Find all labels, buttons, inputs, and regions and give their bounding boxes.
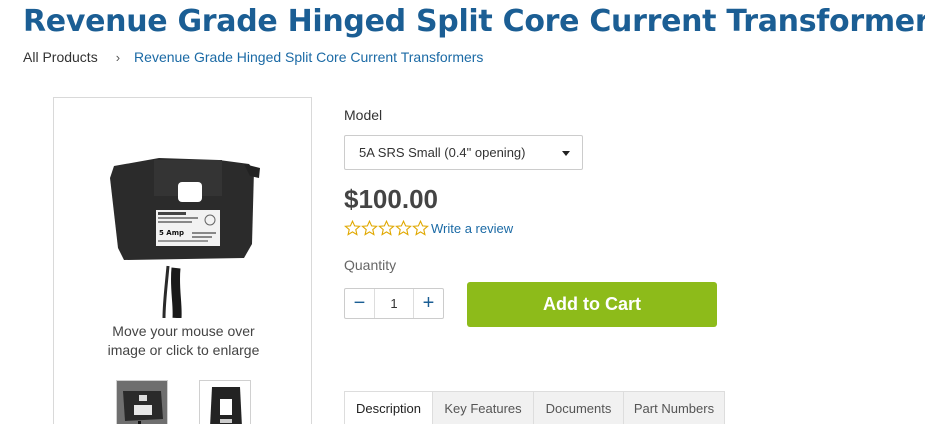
chevron-down-icon xyxy=(562,151,570,156)
model-select-value: 5A SRS Small (0.4" opening) xyxy=(359,145,526,160)
star-outline-icon xyxy=(344,220,361,236)
product-tabs: Description Key Features Documents Part … xyxy=(344,391,725,424)
tab-description[interactable]: Description xyxy=(344,391,433,424)
minus-icon: − xyxy=(353,292,366,314)
write-review-link[interactable]: Write a review xyxy=(431,221,513,236)
zoom-hint-line-1: Move your mouse over xyxy=(112,323,255,339)
zoom-hint-line-2: image or click to enlarge xyxy=(107,342,260,358)
rating: Write a review xyxy=(344,220,513,236)
star-outline-icon xyxy=(378,220,395,236)
tab-key-features[interactable]: Key Features xyxy=(432,391,534,424)
star-outline-icon xyxy=(395,220,412,236)
quantity-label: Quantity xyxy=(344,257,397,273)
rating-stars[interactable] xyxy=(344,220,429,236)
zoom-hint: Move your mouse over image or click to e… xyxy=(54,322,313,360)
breadcrumb-current-link[interactable]: Revenue Grade Hinged Split Core Current … xyxy=(134,49,483,65)
thumbnail-opening[interactable] xyxy=(199,380,251,424)
thumbnail-front-image xyxy=(117,381,167,424)
page-title: Revenue Grade Hinged Split Core Current … xyxy=(23,4,925,39)
breadcrumb: All Products › Revenue Grade Hinged Spli… xyxy=(23,49,483,65)
quantity-decrement-button[interactable]: − xyxy=(345,289,374,318)
breadcrumb-separator: › xyxy=(115,49,121,65)
star-outline-icon xyxy=(412,220,429,236)
quantity-input[interactable]: 1 xyxy=(374,289,414,318)
main-image-label: 5 Amp xyxy=(159,229,184,237)
star-outline-icon xyxy=(361,220,378,236)
product-price: $100.00 xyxy=(344,184,438,214)
model-label: Model xyxy=(344,107,383,123)
thumbnail-opening-image xyxy=(200,381,250,424)
thumbnail-front[interactable] xyxy=(116,380,168,424)
tab-part-numbers[interactable]: Part Numbers xyxy=(623,391,725,424)
model-select[interactable]: 5A SRS Small (0.4" opening) xyxy=(344,135,583,170)
quantity-increment-button[interactable]: + xyxy=(414,289,443,318)
product-image-panel: 5 Amp Move your mouse over image or clic… xyxy=(53,97,312,424)
add-to-cart-button[interactable]: Add to Cart xyxy=(467,282,717,327)
quantity-stepper: − 1 + xyxy=(344,288,444,319)
breadcrumb-all-products-link[interactable]: All Products xyxy=(23,49,98,65)
product-main-image[interactable]: 5 Amp xyxy=(104,148,264,318)
tab-documents[interactable]: Documents xyxy=(533,391,624,424)
plus-icon: + xyxy=(422,292,435,314)
